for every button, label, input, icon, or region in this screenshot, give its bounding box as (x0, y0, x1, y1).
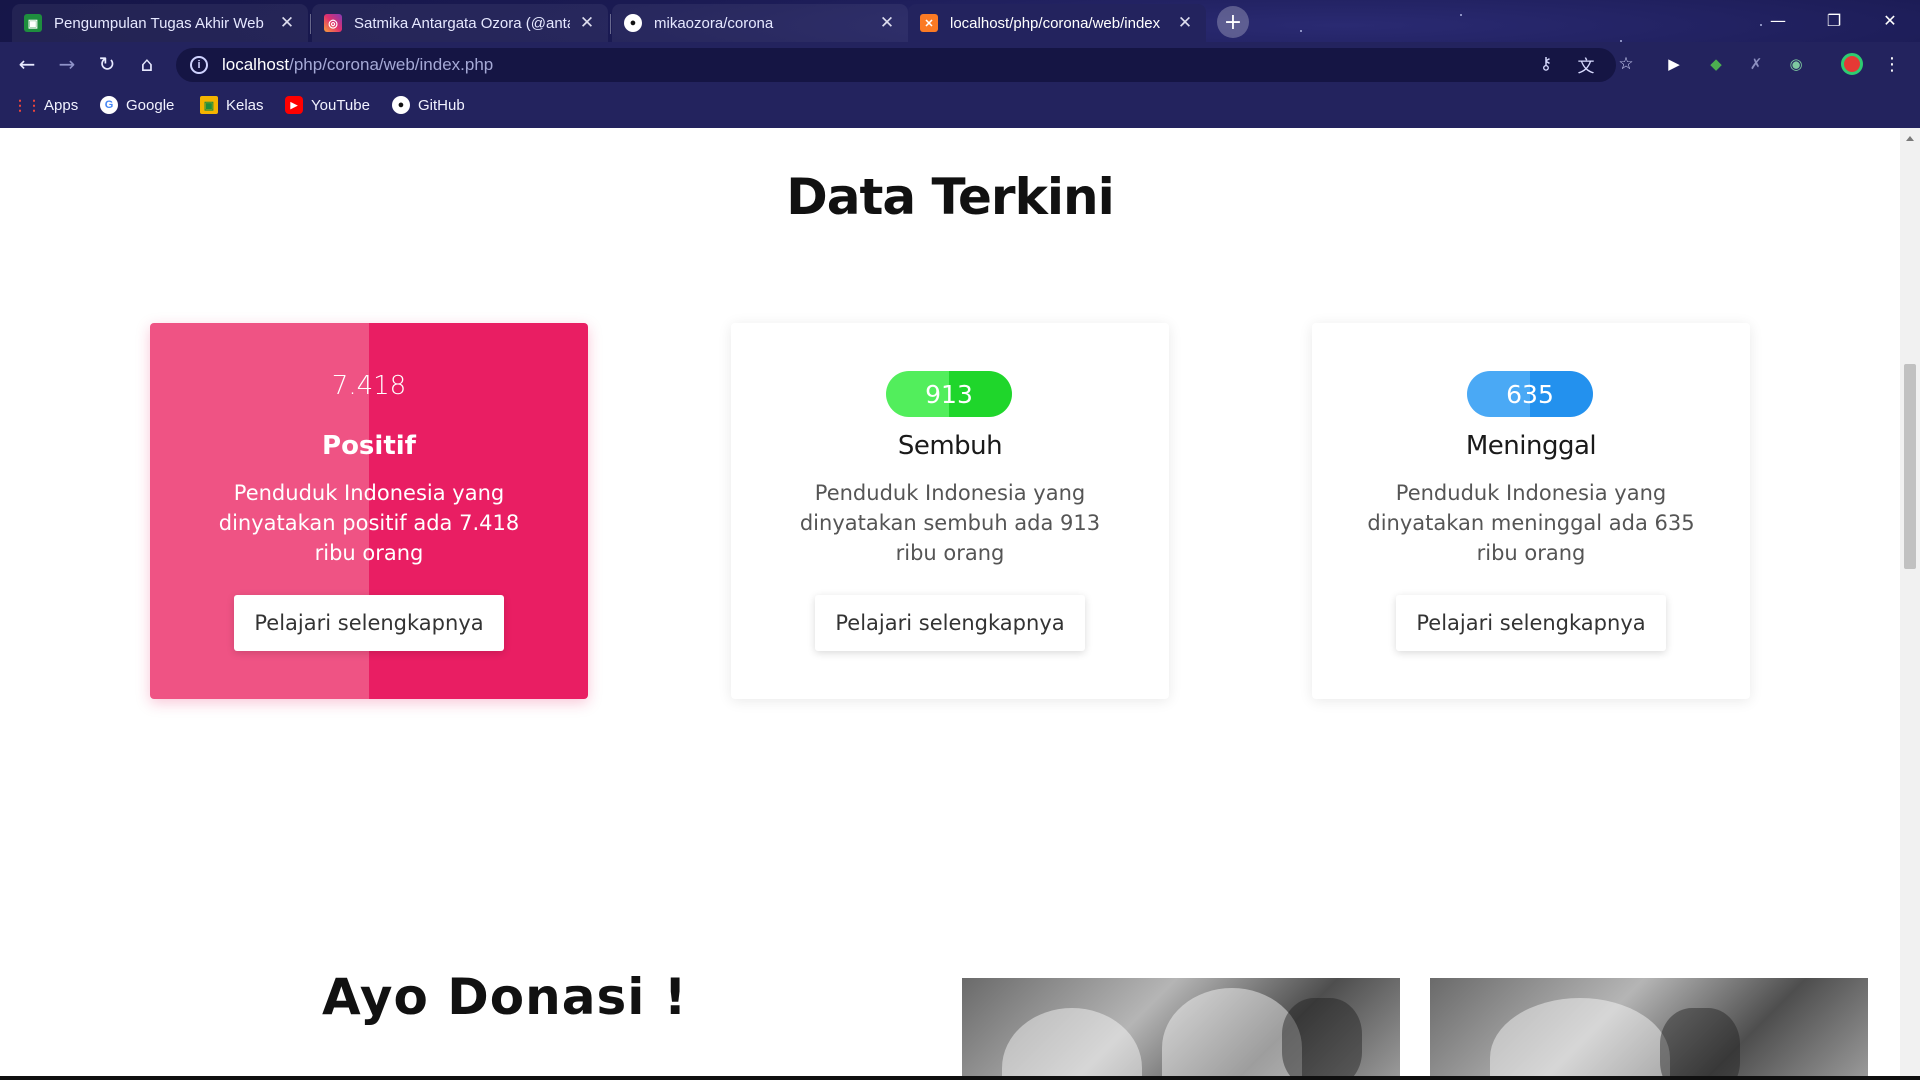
close-icon[interactable]: ✕ (278, 13, 296, 33)
taskbar-edge (0, 1076, 1920, 1080)
forward-button[interactable]: → (51, 48, 83, 80)
page-viewport: Data Terkini 7.418 Positif Penduduk Indo… (0, 128, 1900, 1076)
card-description: Penduduk Indonesia yang dinyatakan posit… (218, 481, 520, 565)
back-button[interactable]: ← (11, 48, 43, 80)
bookmark-label: Google (126, 96, 175, 114)
new-tab-button[interactable]: + (1217, 6, 1249, 38)
tab-localhost[interactable]: ✕ localhost/php/corona/web/index ✕ (908, 4, 1206, 42)
tab-title: Pengumpulan Tugas Akhir Web (54, 14, 264, 32)
address-host: localhost (222, 55, 290, 74)
extension-icon[interactable]: ◉ (1784, 52, 1808, 76)
tab-title: mikaozora/corona (654, 14, 774, 32)
bookmark-github[interactable]: ● GitHub (392, 96, 465, 114)
donation-photo (1430, 978, 1868, 1076)
scroll-up-arrow-icon[interactable] (1906, 136, 1914, 141)
tab-title: localhost/php/corona/web/index (950, 14, 1161, 32)
card-description: Penduduk Indonesia yang dinyatakan sembu… (799, 481, 1101, 565)
play-extension-icon[interactable]: ▶ (1662, 52, 1686, 76)
home-button[interactable]: ⌂ (131, 48, 163, 80)
bookmark-google[interactable]: G Google (100, 96, 174, 114)
google-icon: G (100, 96, 118, 114)
close-icon[interactable]: ✕ (578, 13, 596, 33)
star-icon[interactable]: ☆ (1612, 50, 1640, 78)
bookmark-label: YouTube (311, 96, 370, 114)
close-window-button[interactable]: ✕ (1862, 0, 1918, 40)
card-sembuh: 913 Sembuh Penduduk Indonesia yang dinya… (731, 323, 1169, 699)
xampp-icon: ✕ (920, 14, 938, 32)
page-scrollbar[interactable] (1900, 128, 1920, 1076)
tab-divider (310, 14, 311, 34)
x-extension-icon[interactable]: ✗ (1744, 52, 1768, 76)
github-icon: ● (624, 14, 642, 32)
bookmark-kelas[interactable]: ▣ Kelas (200, 96, 264, 114)
close-icon[interactable]: ✕ (1176, 13, 1194, 33)
address-path: /php/corona/web/index.php (289, 55, 494, 74)
donation-photo (962, 978, 1400, 1076)
youtube-icon: ▶ (285, 96, 303, 114)
info-icon[interactable]: i (190, 56, 208, 74)
restore-button[interactable]: ❐ (1806, 0, 1862, 40)
card-value-badge: 913 (886, 371, 1012, 417)
tab-divider (610, 14, 611, 34)
bookmark-apps[interactable]: ⋮⋮ Apps (13, 96, 79, 114)
profile-avatar-icon[interactable] (1840, 52, 1864, 76)
tab-instagram[interactable]: ◎ Satmika Antargata Ozora (@anta ✕ (312, 4, 608, 42)
card-label: Meninggal (1465, 431, 1597, 461)
card-value: 7.418 (331, 371, 407, 401)
menu-kebab-icon[interactable]: ⋮ (1880, 52, 1904, 76)
tab-title: Satmika Antargata Ozora (@anta (354, 14, 570, 32)
bookmarks-bar: ⋮⋮ Apps G Google ▣ Kelas ▶ YouTube ● Git… (0, 86, 1920, 128)
github-icon: ● (392, 96, 410, 114)
bookmark-label: Kelas (226, 96, 264, 114)
card-label: Positif (322, 431, 416, 461)
card-value-badge: 635 (1467, 371, 1593, 417)
address-bar[interactable]: i localhost/php/corona/web/index.php (176, 48, 1616, 82)
tab-classroom[interactable]: ▣ Pengumpulan Tugas Akhir Web ✕ (12, 4, 308, 42)
card-positif: 7.418 Positif Penduduk Indonesia yang di… (150, 323, 588, 699)
learn-more-button[interactable]: Pelajari selengkapnya (815, 595, 1085, 651)
instagram-icon: ◎ (324, 14, 342, 32)
section-title: Data Terkini (786, 168, 1114, 226)
tab-github[interactable]: ● mikaozora/corona ✕ (612, 4, 908, 42)
tab-strip: ▣ Pengumpulan Tugas Akhir Web ✕ ◎ Satmik… (0, 0, 1920, 42)
learn-more-button[interactable]: Pelajari selengkapnya (1396, 595, 1666, 651)
close-icon[interactable]: ✕ (878, 13, 896, 33)
extension-icon[interactable]: ◆ (1704, 52, 1728, 76)
donation-title: Ayo Donasi ! (322, 968, 688, 1026)
bookmark-label: Apps (44, 96, 79, 114)
scrollbar-thumb[interactable] (1904, 364, 1916, 569)
card-meninggal: 635 Meninggal Penduduk Indonesia yang di… (1312, 323, 1750, 699)
minimize-button[interactable]: — (1750, 0, 1806, 40)
browser-chrome: ▣ Pengumpulan Tugas Akhir Web ✕ ◎ Satmik… (0, 0, 1920, 128)
card-description: Penduduk Indonesia yang dinyatakan menin… (1367, 481, 1695, 565)
key-icon[interactable]: ⚷ (1532, 50, 1560, 78)
classroom-icon: ▣ (24, 14, 42, 32)
browser-toolbar: ← → ↻ ⌂ i localhost/php/corona/web/index… (0, 42, 1920, 86)
card-label: Sembuh (897, 431, 1003, 461)
bookmark-youtube[interactable]: ▶ YouTube (285, 96, 370, 114)
classroom-icon: ▣ (200, 96, 218, 114)
learn-more-button[interactable]: Pelajari selengkapnya (234, 595, 504, 651)
translate-icon[interactable]: 文 (1572, 50, 1600, 78)
reload-button[interactable]: ↻ (91, 48, 123, 80)
bookmark-label: GitHub (418, 96, 465, 114)
apps-grid-icon: ⋮⋮ (13, 96, 41, 113)
